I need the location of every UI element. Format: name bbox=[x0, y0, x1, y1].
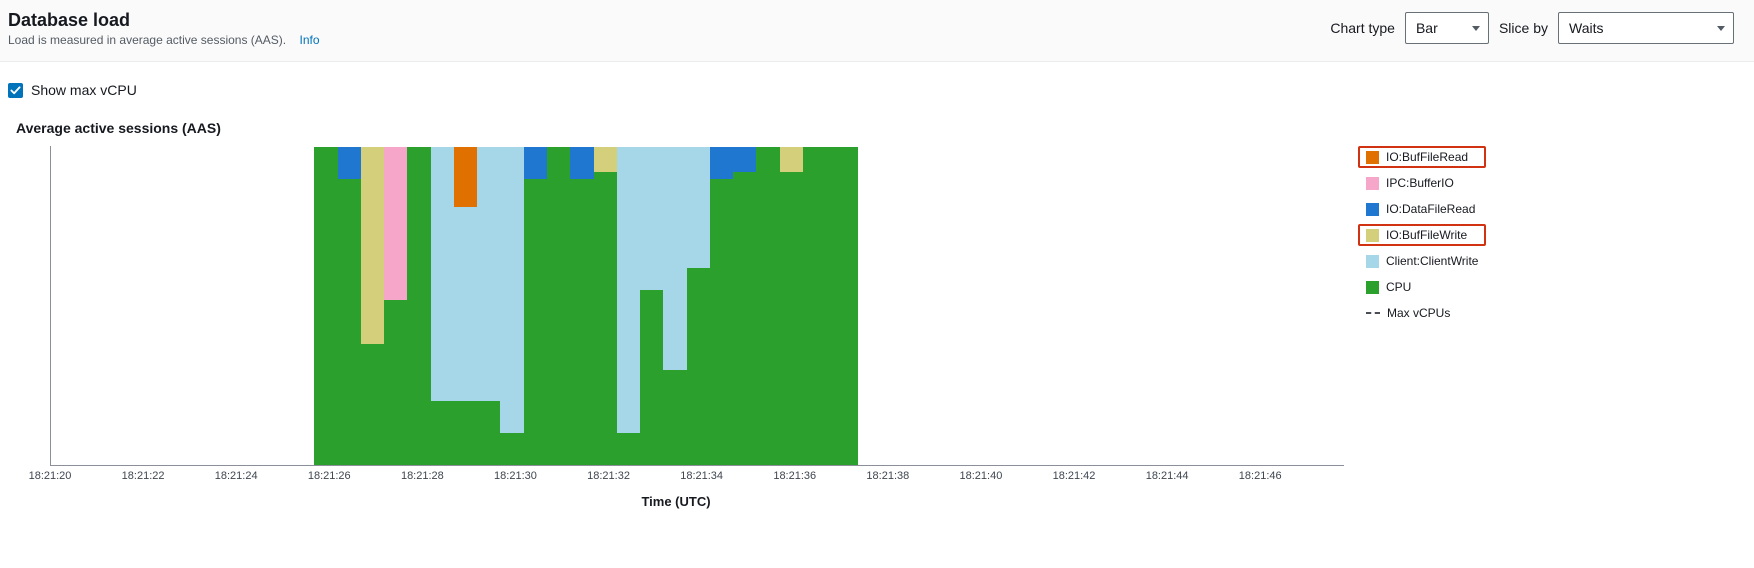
page-title: Database load bbox=[8, 10, 320, 31]
legend-item-ipc-bufferio[interactable]: IPC:BufferIO bbox=[1358, 172, 1486, 194]
caret-down-icon bbox=[1472, 26, 1480, 31]
x-tick: 18:21:42 bbox=[1053, 470, 1096, 482]
legend-item-cpu[interactable]: CPU bbox=[1358, 276, 1486, 298]
chart-legend: IO:BufFileRead IPC:BufferIO IO:DataFileRea… bbox=[1358, 146, 1486, 324]
bar-segment-cpu bbox=[826, 147, 858, 465]
x-tick: 18:21:32 bbox=[587, 470, 630, 482]
legend-label: IO:BufFileWrite bbox=[1386, 228, 1467, 242]
swatch-icon bbox=[1366, 229, 1379, 242]
database-load-panel: Database load Load is measured in averag… bbox=[0, 0, 1754, 519]
swatch-icon bbox=[1366, 203, 1379, 216]
x-tick: 18:21:40 bbox=[960, 470, 1003, 482]
header-left: Database load Load is measured in averag… bbox=[8, 10, 320, 47]
legend-item-io-buffilewrite[interactable]: IO:BufFileWrite bbox=[1358, 224, 1486, 246]
x-tick: 18:21:36 bbox=[773, 470, 816, 482]
legend-item-io-buffileread[interactable]: IO:BufFileRead bbox=[1358, 146, 1486, 168]
legend-item-io-datafileread[interactable]: IO:DataFileRead bbox=[1358, 198, 1486, 220]
chart-type-value: Bar bbox=[1416, 20, 1438, 36]
chart-area: IO:BufFileRead IPC:BufferIO IO:DataFileRea… bbox=[8, 146, 1746, 466]
page-subtitle: Load is measured in average active sessi… bbox=[8, 33, 320, 47]
x-tick: 18:21:20 bbox=[29, 470, 72, 482]
panel-body: Show max vCPU Average active sessions (A… bbox=[0, 62, 1754, 519]
show-max-vcpu-checkbox[interactable] bbox=[8, 83, 23, 98]
chart-title: Average active sessions (AAS) bbox=[16, 120, 1746, 136]
swatch-icon bbox=[1366, 255, 1379, 268]
x-tick: 18:21:34 bbox=[680, 470, 723, 482]
slice-by-label: Slice by bbox=[1499, 20, 1548, 36]
header-controls: Chart type Bar Slice by Waits bbox=[1330, 10, 1734, 44]
x-tick: 18:21:22 bbox=[122, 470, 165, 482]
show-max-vcpu-row: Show max vCPU bbox=[8, 82, 1746, 98]
chart-x-axis: 18:21:2018:21:2218:21:2418:21:2618:21:28… bbox=[50, 466, 1344, 482]
legend-label: Max vCPUs bbox=[1387, 306, 1450, 320]
legend-label: IPC:BufferIO bbox=[1386, 176, 1454, 190]
chart-plot bbox=[50, 146, 1344, 466]
panel-header: Database load Load is measured in averag… bbox=[0, 0, 1754, 62]
x-tick: 18:21:24 bbox=[215, 470, 258, 482]
x-tick: 18:21:44 bbox=[1146, 470, 1189, 482]
chart-bars bbox=[51, 146, 1344, 465]
legend-label: CPU bbox=[1386, 280, 1411, 294]
chart-type-select[interactable]: Bar bbox=[1405, 12, 1489, 44]
x-tick: 18:21:46 bbox=[1239, 470, 1282, 482]
dash-icon bbox=[1366, 312, 1380, 314]
chart-type-label: Chart type bbox=[1330, 20, 1395, 36]
legend-label: IO:DataFileRead bbox=[1386, 202, 1475, 216]
check-icon bbox=[10, 85, 21, 96]
show-max-vcpu-label: Show max vCPU bbox=[31, 82, 137, 98]
slice-by-select[interactable]: Waits bbox=[1558, 12, 1734, 44]
subtitle-text: Load is measured in average active sessi… bbox=[8, 33, 286, 47]
x-tick: 18:21:28 bbox=[401, 470, 444, 482]
caret-down-icon bbox=[1717, 26, 1725, 31]
legend-item-maxvcpus[interactable]: Max vCPUs bbox=[1358, 302, 1486, 324]
x-tick: 18:21:26 bbox=[308, 470, 351, 482]
chart-x-label: Time (UTC) bbox=[8, 494, 1344, 509]
legend-label: Client:ClientWrite bbox=[1386, 254, 1478, 268]
slice-by-value: Waits bbox=[1569, 20, 1603, 36]
legend-item-client-clientwrite[interactable]: Client:ClientWrite bbox=[1358, 250, 1486, 272]
swatch-icon bbox=[1366, 281, 1379, 294]
swatch-icon bbox=[1366, 177, 1379, 190]
legend-label: IO:BufFileRead bbox=[1386, 150, 1468, 164]
x-tick: 18:21:38 bbox=[866, 470, 909, 482]
info-link[interactable]: Info bbox=[299, 33, 319, 47]
swatch-icon bbox=[1366, 151, 1379, 164]
bar[interactable] bbox=[826, 147, 858, 465]
x-tick: 18:21:30 bbox=[494, 470, 537, 482]
